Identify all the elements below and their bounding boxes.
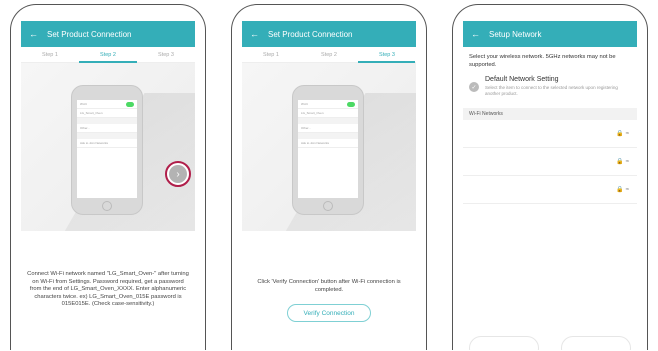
device-row-other: Other...	[77, 124, 137, 133]
next-step-button[interactable]: ›	[165, 161, 191, 187]
device-illustration: Wi-Fi LG_Smart_Oven Other... Ask to Join…	[292, 85, 364, 215]
device-row-wifi: Wi-Fi	[298, 100, 358, 109]
illustration-area: Wi-Fi LG_Smart_Oven Other... Ask to Join…	[242, 63, 416, 231]
wifi-network-row[interactable]: 🔒≈	[463, 120, 637, 148]
step-3-label: Step 3	[158, 51, 174, 58]
device-row-wifi: Wi-Fi	[77, 100, 137, 109]
home-button-icon	[323, 201, 333, 211]
toggle-icon	[347, 102, 355, 107]
device-row-other: Other...	[298, 124, 358, 133]
step-indicator: Step 1 Step 2 Step 3	[242, 47, 416, 63]
toggle-icon	[126, 102, 134, 107]
bottom-button-left[interactable]	[469, 336, 539, 350]
device-screen: Wi-Fi LG_Smart_Oven Other... Ask to Join…	[298, 100, 358, 198]
step-2-label: Step 2	[321, 51, 337, 58]
chevron-right-icon: ›	[169, 165, 187, 183]
bottom-button-right[interactable]	[561, 336, 631, 350]
app-bar: ← Setup Network	[463, 21, 637, 47]
wifi-networks-header: Wi-Fi Networks	[463, 108, 637, 120]
wifi-network-name	[469, 187, 470, 193]
default-network-subtitle: Select the item to connect to the select…	[485, 85, 618, 96]
page-title: Set Product Connection	[268, 29, 353, 39]
wifi-network-row[interactable]: 🔒≈	[463, 148, 637, 176]
phone-frame-3: ← Setup Network Select your wireless net…	[452, 4, 648, 350]
screen-step-2: ← Set Product Connection Step 1 Step 2 S…	[21, 21, 195, 350]
step-1-label: Step 1	[42, 51, 58, 58]
check-icon: ✓	[469, 82, 479, 92]
phone-frame-2: ← Set Product Connection Step 1 Step 2 S…	[231, 4, 427, 350]
screen-setup-network: ← Setup Network Select your wireless net…	[463, 21, 637, 350]
default-network-title: Default Network Setting	[485, 76, 559, 83]
verify-connection-button[interactable]: Verify Connection	[287, 304, 371, 322]
back-arrow-icon[interactable]: ←	[29, 29, 38, 39]
wifi-network-row[interactable]: 🔒≈	[463, 176, 637, 204]
device-screen: Wi-Fi LG_Smart_Oven Other... Ask to Join…	[77, 100, 137, 198]
lock-wifi-icon: 🔒≈	[616, 131, 631, 137]
back-arrow-icon[interactable]: ←	[250, 29, 259, 39]
step-1-label: Step 1	[263, 51, 279, 58]
device-row-network: LG_Smart_Oven	[298, 109, 358, 118]
step-indicator: Step 1 Step 2 Step 3	[21, 47, 195, 63]
device-row-ask: Ask to Join Networks	[298, 139, 358, 148]
back-arrow-icon[interactable]: ←	[471, 29, 480, 39]
step-2-label: Step 2	[100, 51, 116, 58]
lock-wifi-icon: 🔒≈	[616, 159, 631, 165]
instruction-text: Connect Wi-Fi network named "LG_Smart_Ov…	[27, 271, 189, 308]
instruction-text: Click 'Verify Connection' button after W…	[257, 279, 401, 293]
lock-wifi-icon: 🔒≈	[616, 187, 631, 193]
page-title: Set Product Connection	[47, 29, 132, 39]
screen-step-3: ← Set Product Connection Step 1 Step 2 S…	[242, 21, 416, 350]
app-bar: ← Set Product Connection	[242, 21, 416, 47]
step-3-label: Step 3	[379, 51, 395, 58]
phone-frame-1: ← Set Product Connection Step 1 Step 2 S…	[10, 4, 206, 350]
wifi-network-name	[469, 159, 470, 165]
home-button-icon	[102, 201, 112, 211]
illustration-area: Wi-Fi LG_Smart_Oven Other... Ask to Join…	[21, 63, 195, 231]
page-title: Setup Network	[489, 29, 542, 39]
wifi-network-name	[469, 131, 470, 137]
default-network-setting[interactable]: ✓ Default Network Setting Select the ite…	[463, 74, 637, 108]
device-illustration: Wi-Fi LG_Smart_Oven Other... Ask to Join…	[71, 85, 143, 215]
network-description: Select your wireless network. 5GHz netwo…	[469, 54, 616, 68]
device-row-ask: Ask to Join Networks	[77, 139, 137, 148]
device-row-network: LG_Smart_Oven	[77, 109, 137, 118]
app-bar: ← Set Product Connection	[21, 21, 195, 47]
